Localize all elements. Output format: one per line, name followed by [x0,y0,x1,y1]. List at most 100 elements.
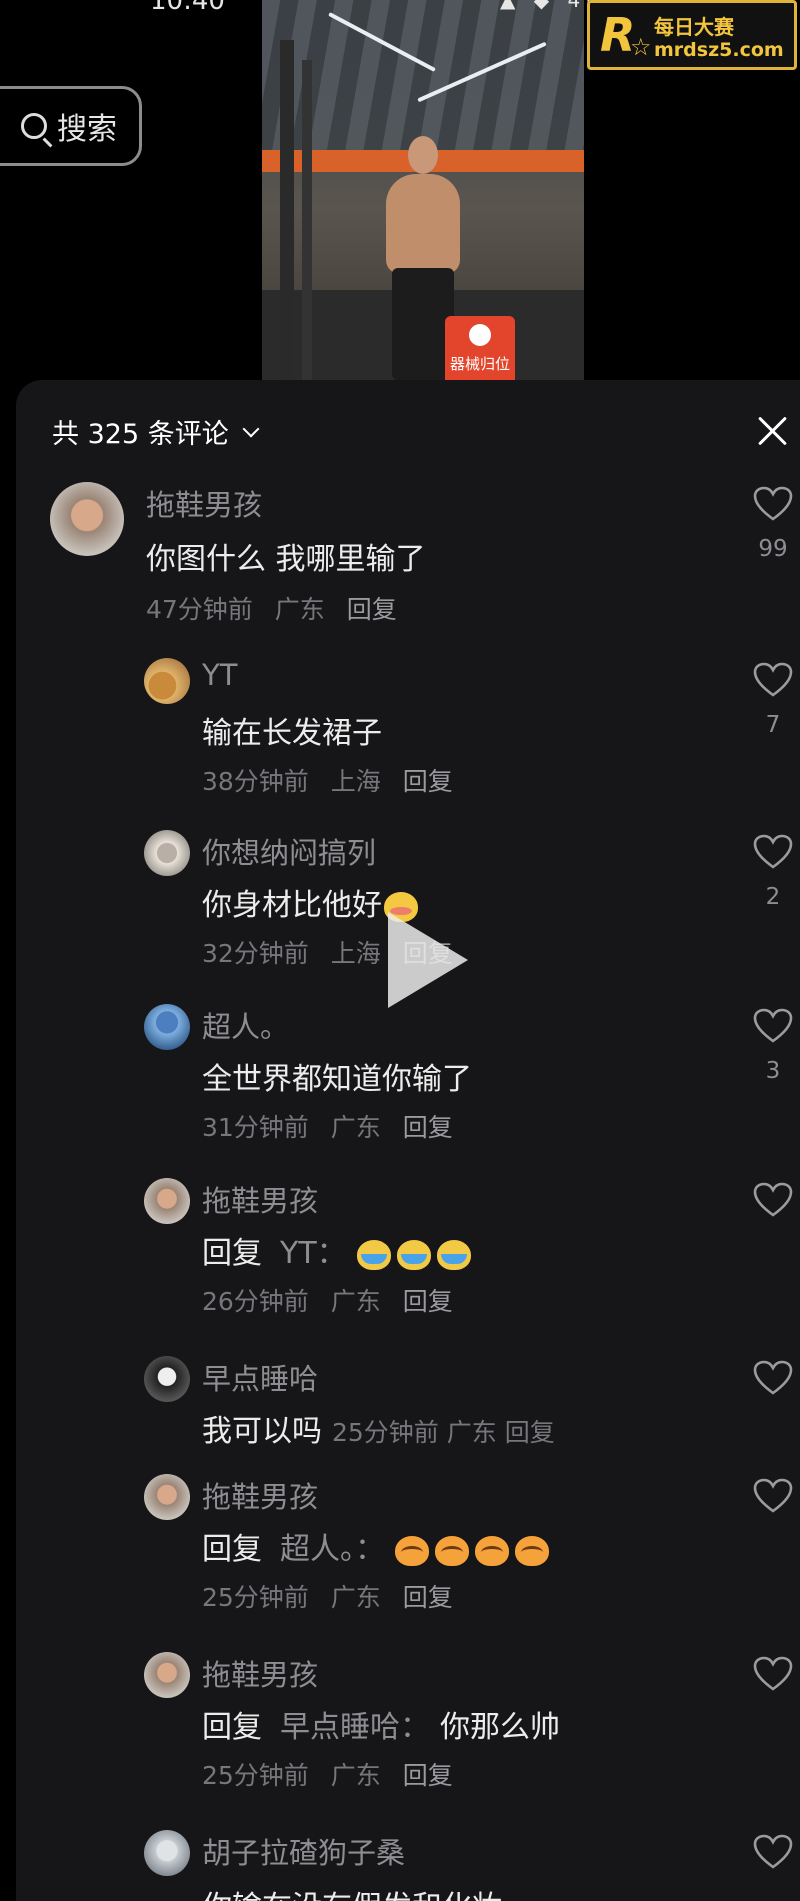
comment-time: 47分钟前 [146,595,253,624]
comment-meta: 47分钟前 广东 回复 [146,590,397,626]
comment-region: 上海 [330,767,381,796]
like-button[interactable] [748,1182,798,1222]
search-icon [21,113,47,139]
comment-region: 广东 [330,1113,381,1142]
comment-text-body: 我可以吗 [202,1414,322,1449]
comment-region: 上海 [330,939,381,968]
like-count: 3 [765,1058,781,1084]
star-icon: ☆ [630,33,652,61]
comment-region: 广东 [274,595,325,624]
reply-mention[interactable]: 超人。： [280,1532,385,1567]
comment-region: 广东 [330,1583,381,1612]
comment-text-body: 你那么帅 [440,1710,560,1745]
search-button[interactable]: 搜索 [0,86,142,166]
reply-button[interactable]: 回复 [347,595,397,624]
comment-text: 回复 超人。： [202,1524,555,1568]
avatar[interactable] [50,482,124,556]
comment-username[interactable]: 拖鞋男孩 [202,1474,318,1516]
comment-text: 你输在没有假发和化妆 [202,1882,502,1901]
comment-region: 广东 [446,1418,497,1447]
comment-time: 32分钟前 [202,939,309,968]
avatar[interactable] [144,1356,190,1402]
comment-time: 25分钟前 [202,1583,309,1612]
comment-username[interactable]: 超人。 [202,1004,289,1046]
comment-meta: 26分钟前 广东 回复 [202,1282,453,1318]
like-button[interactable] [748,1478,798,1518]
comment-username[interactable]: 早点睡哈 [202,1356,318,1398]
comment-text: 回复 早点睡哈： 你那么帅 [202,1702,560,1746]
comment-meta: 25分钟前 广东 回复 [332,1418,555,1447]
comment-username[interactable]: 拖鞋男孩 [202,1178,318,1220]
like-count: 7 [765,712,781,738]
reply-button[interactable]: 回复 [505,1418,555,1447]
comment-text: 输在长发裙子 [202,716,382,751]
comment-text-body: 回复 [202,1710,262,1745]
heart-icon [753,1834,793,1869]
avatar[interactable] [144,1004,190,1050]
comment-count-header[interactable]: 共 325 条评论 [52,412,260,451]
heart-icon [753,1182,793,1217]
comment-region: 广东 [330,1761,381,1790]
like-button[interactable]: 99 [748,486,798,562]
comment-text-body: 你身材比他好 [202,888,382,923]
video-sign-text: 器械归位 [449,355,510,373]
avatar[interactable] [144,1830,190,1876]
avatar[interactable] [144,1474,190,1520]
crying-emoji-icon [436,1239,471,1270]
cat-emoji-icon [395,1535,429,1566]
comment-username[interactable]: 你想纳闷搞列 [202,830,376,872]
chevron-down-icon [242,420,260,437]
cat-emoji-icon [475,1535,509,1566]
watermark-title: 每日大赛 [654,15,734,39]
avatar[interactable] [144,658,190,704]
heart-icon [753,1008,793,1043]
cat-emoji-icon [435,1535,469,1566]
like-button[interactable]: 7 [748,662,798,738]
comment-text: 全世界都知道你输了 [202,1062,472,1097]
like-button[interactable] [748,1360,798,1400]
search-label: 搜索 [57,112,117,147]
crying-emoji-icon [396,1239,431,1270]
reply-mention[interactable]: YT： [280,1236,347,1271]
like-button[interactable] [748,1656,798,1696]
comment-time: 25分钟前 [202,1761,309,1790]
reply-button[interactable]: 回复 [403,1287,453,1316]
comment-meta: 25分钟前 广东 回复 [202,1578,453,1614]
avatar[interactable] [144,1178,190,1224]
comment-username[interactable]: YT [202,658,237,692]
heart-icon [753,486,793,521]
like-count: 99 [758,536,788,562]
reply-button[interactable]: 回复 [403,1113,453,1142]
video-rack [302,60,312,380]
comment-username[interactable]: 拖鞋男孩 [202,1652,318,1694]
comment-time: 38分钟前 [202,767,309,796]
reply-mention[interactable]: 早点睡哈： [280,1710,430,1745]
comment-meta: 25分钟前 广东 回复 [202,1756,453,1792]
comment-username[interactable]: 胡子拉碴狗子桑 [202,1830,405,1872]
heart-icon [753,1656,793,1691]
like-button[interactable]: 2 [748,834,798,910]
comment-sheet: 共 325 条评论 拖鞋男孩 你图什么 我哪里输了 47分钟前 广东 回复 99… [16,380,800,1901]
avatar[interactable] [144,1652,190,1698]
comment-time: 26分钟前 [202,1287,309,1316]
like-button[interactable]: 3 [748,1008,798,1084]
video-thumbnail[interactable]: 器械归位 [262,0,584,380]
reply-button[interactable]: 回复 [403,1583,453,1612]
heart-icon [753,662,793,697]
like-count: 2 [765,884,781,910]
heart-icon [753,1360,793,1395]
play-icon[interactable] [388,912,468,1008]
watermark-logo: R ☆ 每日大赛 mrdsz5.com [587,0,797,70]
comment-region: 广东 [330,1287,381,1316]
watermark-url: mrdsz5.com [654,39,784,61]
comment-username[interactable]: 拖鞋男孩 [146,482,262,524]
comment-time: 25分钟前 [332,1418,439,1447]
comment-meta: 38分钟前 上海 回复 [202,762,453,798]
avatar[interactable] [144,830,190,876]
video-person-head [408,136,438,174]
like-button[interactable] [748,1834,798,1874]
close-icon[interactable] [756,414,790,448]
reply-button[interactable]: 回复 [403,767,453,796]
heart-icon [753,1478,793,1513]
reply-button[interactable]: 回复 [403,1761,453,1790]
